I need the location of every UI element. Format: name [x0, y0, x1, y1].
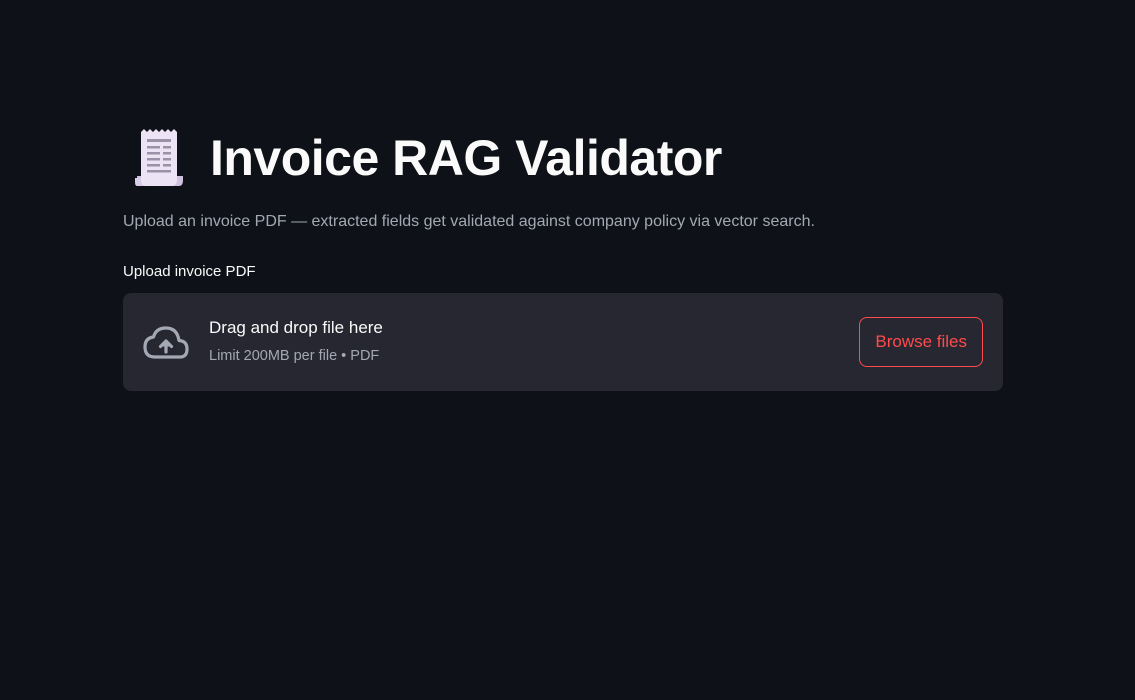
uploader-label: Upload invoice PDF — [123, 263, 256, 280]
file-dropzone[interactable]: Drag and drop file here Limit 200MB per … — [123, 293, 1003, 391]
dropzone-instructions: Drag and drop file here Limit 200MB per … — [209, 318, 383, 364]
page-subtitle: Upload an invoice PDF — extracted fields… — [123, 213, 815, 230]
cloud-upload-icon — [142, 323, 190, 361]
dropzone-limit-text: Limit 200MB per file • PDF — [209, 348, 380, 364]
dropzone-primary-text: Drag and drop file here — [209, 318, 383, 337]
page-title: Invoice RAG Validator — [210, 130, 722, 186]
browse-files-button[interactable]: Browse files — [859, 317, 983, 367]
receipt-icon — [131, 125, 197, 191]
page-header: Invoice RAG Validator — [123, 122, 722, 194]
